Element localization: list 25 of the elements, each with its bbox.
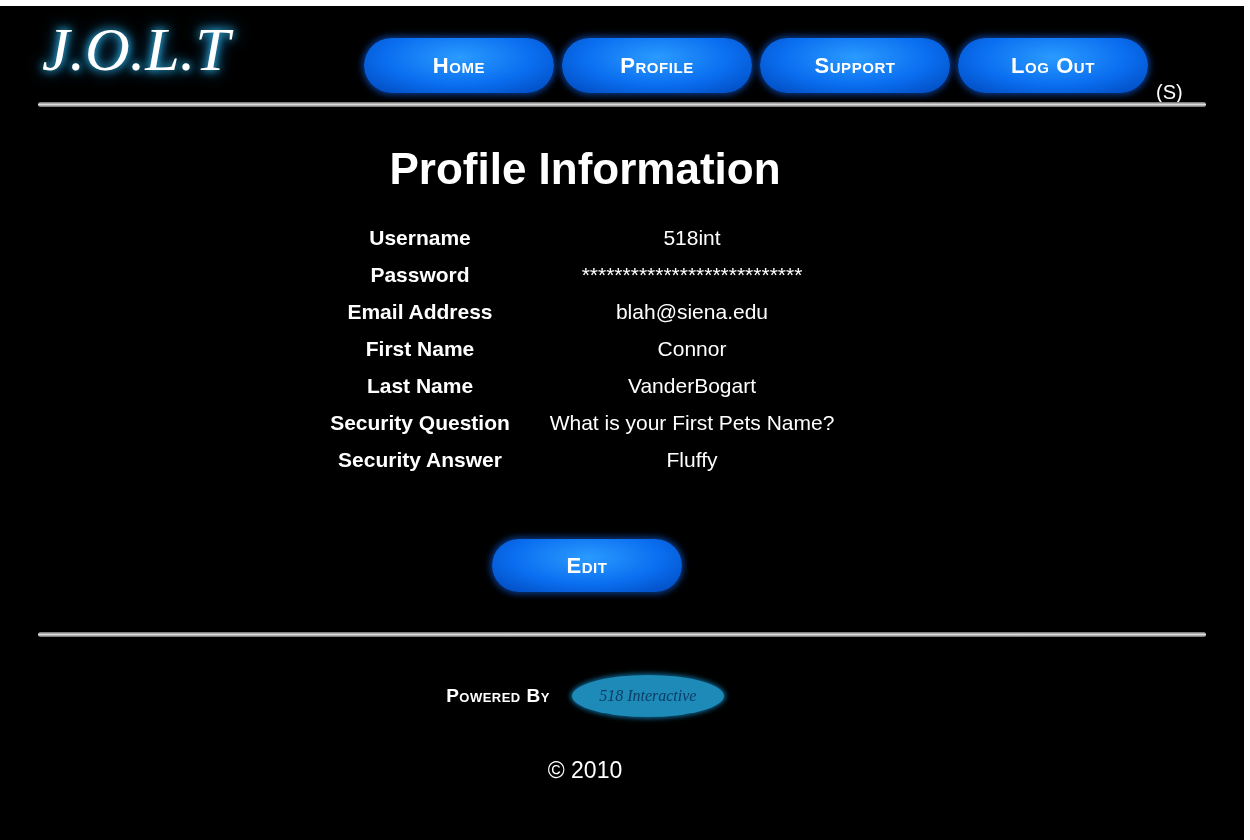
field-value: VanderBogart bbox=[627, 373, 757, 399]
field-label: Username bbox=[368, 225, 472, 251]
field-value: blah@siena.edu bbox=[614, 299, 770, 325]
copyright: © 2010 bbox=[547, 756, 623, 785]
page-title: Profile Information bbox=[389, 147, 781, 191]
partner-logo[interactable]: 518 Interactive bbox=[571, 675, 724, 717]
session-label: (S) bbox=[1156, 80, 1183, 105]
nav-button[interactable]: Profile bbox=[562, 38, 752, 93]
field-label: Password bbox=[369, 262, 471, 288]
edit-button[interactable]: Edit bbox=[492, 539, 682, 592]
field-label: Last Name bbox=[365, 373, 475, 399]
field-value: Connor bbox=[656, 336, 728, 362]
field-label: First Name bbox=[364, 336, 476, 362]
field-label: Email Address bbox=[346, 299, 494, 325]
nav-button[interactable]: Support bbox=[760, 38, 950, 93]
field-value: *************************** bbox=[580, 262, 804, 288]
logo: J.O.L.T bbox=[42, 14, 364, 80]
nav-button[interactable]: Home bbox=[364, 38, 554, 93]
field-label: Security Answer bbox=[337, 447, 503, 473]
field-value: Fluffy bbox=[665, 447, 719, 473]
field-value: 518int bbox=[662, 225, 722, 251]
field-value: What is your First Pets Name? bbox=[548, 410, 836, 436]
field-label: Security Question bbox=[329, 410, 511, 436]
nav-button[interactable]: Log Out bbox=[958, 38, 1148, 93]
powered-by-label: Powered By bbox=[446, 683, 550, 708]
